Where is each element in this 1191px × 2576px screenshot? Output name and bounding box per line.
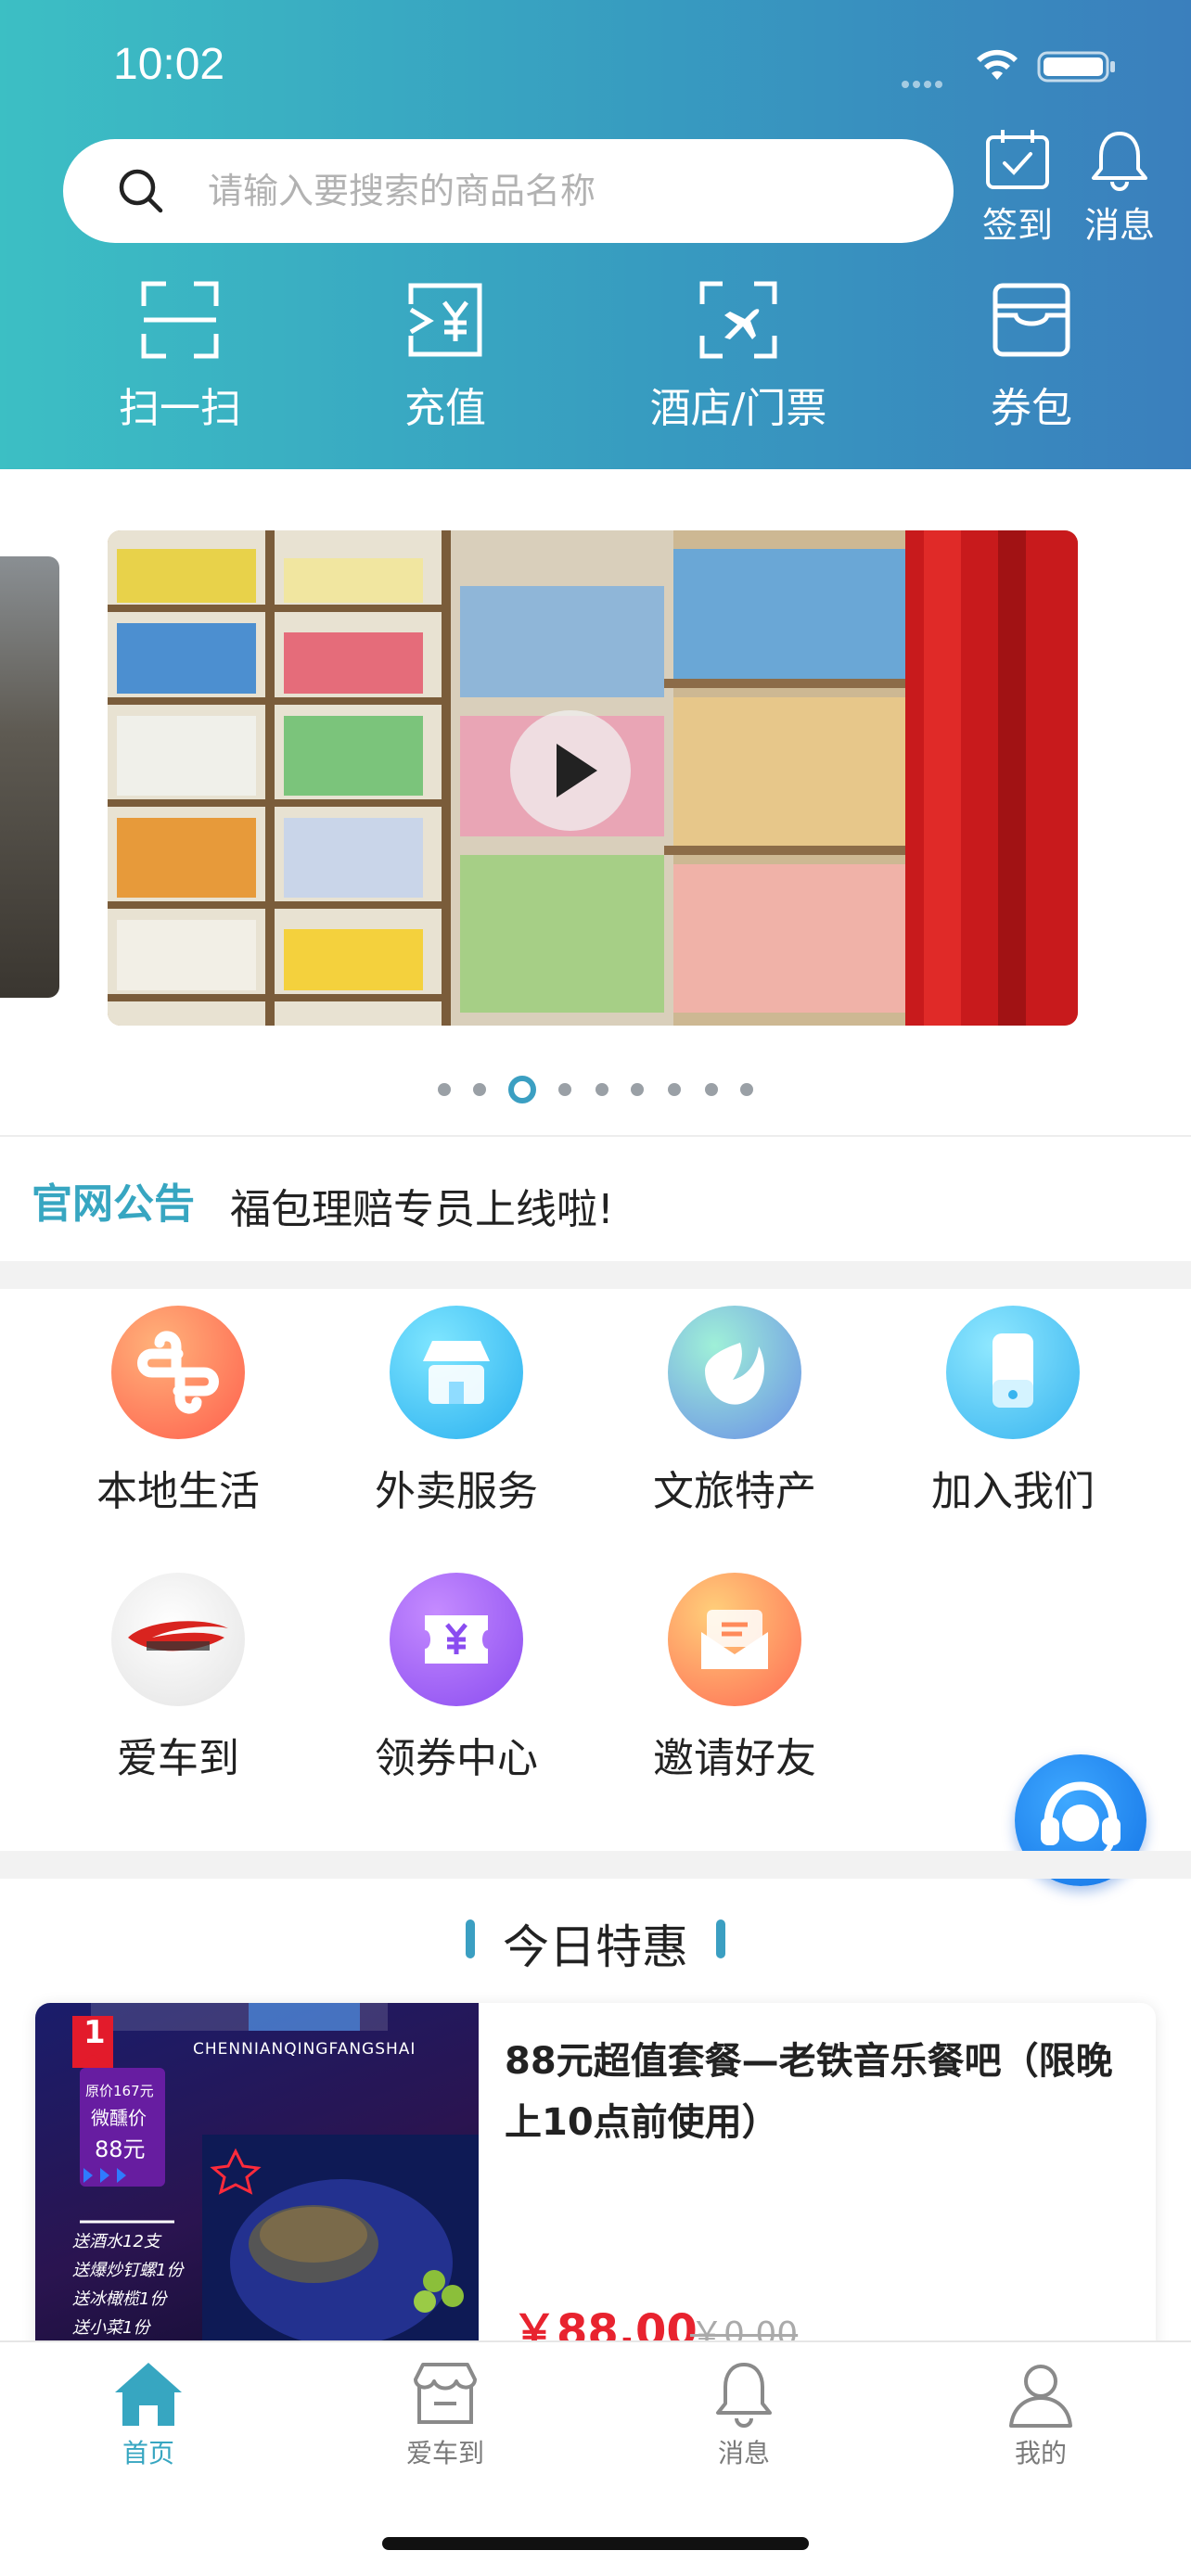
deal-image-tag-original: 原价167元 bbox=[85, 2083, 154, 2099]
service-label: 文旅特产 bbox=[653, 1468, 816, 1515]
scan-button[interactable]: 扫一扫 bbox=[78, 278, 282, 434]
deal-image-perk: 送冰橄榄1份 bbox=[72, 2289, 167, 2309]
culture-tourism-icon bbox=[668, 1306, 801, 1439]
service-label: 外卖服务 bbox=[375, 1468, 538, 1515]
recharge-label: 充值 bbox=[404, 385, 486, 432]
pagination-dot[interactable] bbox=[473, 1083, 486, 1096]
notice-text[interactable]: 福包理赔专员上线啦! bbox=[230, 1176, 614, 1235]
deal-image-tag-micro: 微醺价 bbox=[91, 2107, 147, 2129]
home-icon bbox=[115, 2363, 182, 2426]
pagination-dot[interactable] bbox=[740, 1083, 753, 1096]
section-gap bbox=[0, 1261, 1191, 1289]
pagination-dot[interactable] bbox=[558, 1083, 571, 1096]
tab-aichedao[interactable]: 爱车到 bbox=[352, 2359, 538, 2470]
deal-image-tag-price: 88元 bbox=[95, 2136, 146, 2162]
pagination-dot[interactable] bbox=[596, 1083, 608, 1096]
search-input[interactable] bbox=[208, 139, 931, 243]
service-invite-friends[interactable]: 邀请好友 bbox=[633, 1573, 837, 1784]
deal-name[interactable]: 88元超值套餐—老铁音乐餐吧（限晚上10点前使用） bbox=[505, 2031, 1135, 2153]
status-time: 10:02 bbox=[113, 40, 225, 89]
flight-ticket-icon bbox=[699, 281, 777, 359]
deal-image-rank: 1 bbox=[83, 2014, 106, 2051]
store-icon bbox=[414, 2363, 477, 2424]
notice-bar[interactable]: 官网公告 福包理赔专员上线啦! bbox=[0, 1137, 1191, 1259]
aichedao-logo-icon bbox=[111, 1573, 245, 1706]
hotel-ticket-button[interactable]: 酒店/门票 bbox=[636, 278, 840, 434]
pagination-dot[interactable] bbox=[705, 1083, 718, 1096]
pagination-dot-active[interactable] bbox=[508, 1076, 536, 1103]
pagination-dot[interactable] bbox=[631, 1083, 644, 1096]
banner-prev-slide[interactable] bbox=[0, 556, 59, 998]
wallet-label: 券包 bbox=[991, 385, 1072, 432]
wallet-button[interactable]: 券包 bbox=[929, 278, 1133, 434]
bell-icon bbox=[716, 2363, 772, 2428]
banner-pagination bbox=[0, 1074, 1191, 1105]
deals-title: 今日特惠 bbox=[466, 1910, 725, 1977]
service-culture-tourism[interactable]: 文旅特产 bbox=[633, 1306, 837, 1517]
recharge-icon bbox=[408, 283, 482, 357]
message-label: 消息 bbox=[1083, 205, 1155, 246]
play-button[interactable] bbox=[510, 710, 631, 831]
banner-video[interactable] bbox=[108, 530, 1078, 1026]
deal-card[interactable]: 1 CHENNIANQINGFANGSHAI 原价167元 微醺价 88元 送酒… bbox=[35, 2003, 1156, 2392]
tab-home[interactable]: 首页 bbox=[56, 2359, 241, 2470]
service-join-us[interactable]: 加入我们 bbox=[911, 1306, 1115, 1517]
deals-header: 今日特惠 bbox=[0, 1910, 1191, 1977]
wallet-icon bbox=[992, 283, 1070, 357]
tab-label: 消息 bbox=[717, 2438, 770, 2468]
service-label: 领券中心 bbox=[375, 1735, 538, 1782]
service-takeout[interactable]: 外卖服务 bbox=[354, 1306, 558, 1517]
service-aichedao[interactable]: 爱车到 bbox=[76, 1573, 280, 1784]
message-button[interactable]: 消息 bbox=[1069, 128, 1171, 248]
service-local-life[interactable]: 本地生活 bbox=[76, 1306, 280, 1517]
deal-image-headline: CHENNIANQINGFANGSHAI bbox=[193, 2040, 416, 2059]
user-icon bbox=[1009, 2365, 1072, 2428]
deal-image-perks: 送酒水12支 送爆炒钉螺1份 送冰橄榄1份 送小菜1份 bbox=[72, 2227, 183, 2342]
tab-messages[interactable]: 消息 bbox=[651, 2359, 837, 2470]
pagination-dot[interactable] bbox=[438, 1083, 451, 1096]
checkin-button[interactable]: 签到 bbox=[967, 128, 1069, 248]
service-label: 加入我们 bbox=[931, 1468, 1095, 1515]
home-indicator[interactable] bbox=[382, 2537, 809, 2550]
coupon-center-icon bbox=[390, 1573, 523, 1706]
service-label: 本地生活 bbox=[96, 1468, 260, 1515]
hotel-ticket-label: 酒店/门票 bbox=[649, 385, 827, 432]
checkin-label: 签到 bbox=[981, 205, 1053, 246]
search-bar[interactable] bbox=[63, 139, 954, 243]
invite-friends-icon bbox=[668, 1573, 801, 1706]
tab-label: 首页 bbox=[122, 2438, 174, 2468]
scan-icon bbox=[141, 281, 219, 359]
tab-profile[interactable]: 我的 bbox=[948, 2359, 1133, 2470]
pagination-dot[interactable] bbox=[668, 1083, 681, 1096]
search-icon bbox=[119, 169, 163, 213]
service-label: 邀请好友 bbox=[653, 1735, 816, 1782]
bell-icon bbox=[1092, 132, 1147, 191]
checkin-icon bbox=[986, 130, 1049, 189]
notice-tag: 官网公告 bbox=[32, 1180, 195, 1228]
scan-label: 扫一扫 bbox=[119, 385, 241, 432]
section-gap bbox=[0, 1851, 1191, 1879]
wifi-icon bbox=[977, 49, 1018, 80]
service-coupon-center[interactable]: 领券中心 bbox=[354, 1573, 558, 1784]
deal-image: 1 CHENNIANQINGFANGSHAI 原价167元 微醺价 88元 送酒… bbox=[35, 2003, 479, 2392]
deal-image-perk: 送酒水12支 bbox=[72, 2232, 160, 2251]
takeout-icon bbox=[390, 1306, 523, 1439]
tab-label: 我的 bbox=[1014, 2438, 1067, 2468]
header: 10:02 签到 消息 bbox=[0, 0, 1191, 469]
battery-icon bbox=[1037, 51, 1115, 83]
recharge-button[interactable]: 充值 bbox=[343, 278, 547, 434]
join-us-icon bbox=[946, 1306, 1080, 1439]
deal-image-perk: 送爆炒钉螺1份 bbox=[72, 2261, 184, 2280]
local-life-icon bbox=[111, 1306, 245, 1439]
service-label: 爱车到 bbox=[117, 1735, 239, 1782]
signal-icon bbox=[902, 74, 957, 88]
tab-label: 爱车到 bbox=[405, 2438, 484, 2468]
deal-image-perk: 送小菜1份 bbox=[72, 2318, 150, 2338]
